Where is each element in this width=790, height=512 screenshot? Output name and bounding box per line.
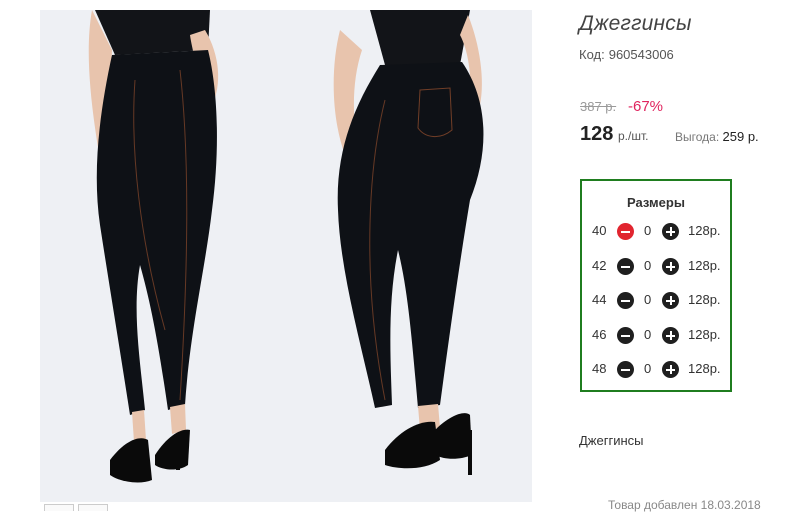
- savings-label: Выгода:: [675, 130, 720, 144]
- quantity-value: 0: [644, 292, 652, 307]
- sizes-panel: Размеры 40 0 128р. 42 0 128р. 44 0 128р.…: [580, 179, 732, 392]
- plus-icon[interactable]: [662, 292, 679, 309]
- minus-icon[interactable]: [617, 292, 634, 309]
- minus-icon[interactable]: [617, 223, 634, 240]
- size-price: 128р.: [688, 327, 721, 342]
- jeggings-image: [40, 10, 532, 502]
- quantity-value: 0: [644, 223, 652, 238]
- size-row: 44 0 128р.: [582, 290, 730, 310]
- size-value: 42: [592, 258, 607, 273]
- minus-icon[interactable]: [617, 361, 634, 378]
- size-value: 46: [592, 327, 607, 342]
- size-value: 48: [592, 361, 607, 376]
- size-row: 40 0 128р.: [582, 221, 730, 241]
- savings: Выгода: 259 р.: [675, 129, 759, 144]
- size-row: 48 0 128р.: [582, 359, 730, 379]
- product-photo[interactable]: [40, 10, 532, 502]
- size-row: 42 0 128р.: [582, 256, 730, 276]
- size-price: 128р.: [688, 223, 721, 238]
- size-value: 40: [592, 223, 607, 238]
- quantity-value: 0: [644, 361, 652, 376]
- size-value: 44: [592, 292, 607, 307]
- plus-icon[interactable]: [662, 361, 679, 378]
- category-link[interactable]: Джеггинсы: [579, 433, 644, 448]
- product-code: Код: 960543006: [579, 47, 674, 62]
- savings-value: 259 р.: [722, 129, 759, 144]
- plus-icon[interactable]: [662, 258, 679, 275]
- old-price: 387 р.: [580, 99, 617, 114]
- discount-badge: -67%: [628, 98, 664, 115]
- code-label: Код:: [579, 47, 605, 62]
- size-row: 46 0 128р.: [582, 325, 730, 345]
- code-value: 960543006: [608, 47, 674, 62]
- sizes-title: Размеры: [627, 195, 685, 210]
- price-unit: р./шт.: [618, 129, 649, 143]
- added-date: Товар добавлен 18.03.2018: [608, 498, 761, 512]
- plus-icon[interactable]: [662, 327, 679, 344]
- minus-icon[interactable]: [617, 327, 634, 344]
- size-price: 128р.: [688, 258, 721, 273]
- size-price: 128р.: [688, 292, 721, 307]
- quantity-value: 0: [644, 327, 652, 342]
- plus-icon[interactable]: [662, 223, 679, 240]
- quantity-value: 0: [644, 258, 652, 273]
- minus-icon[interactable]: [617, 258, 634, 275]
- product-title: Джеггинсы: [579, 12, 692, 35]
- size-price: 128р.: [688, 361, 721, 376]
- current-price: 128: [580, 123, 614, 145]
